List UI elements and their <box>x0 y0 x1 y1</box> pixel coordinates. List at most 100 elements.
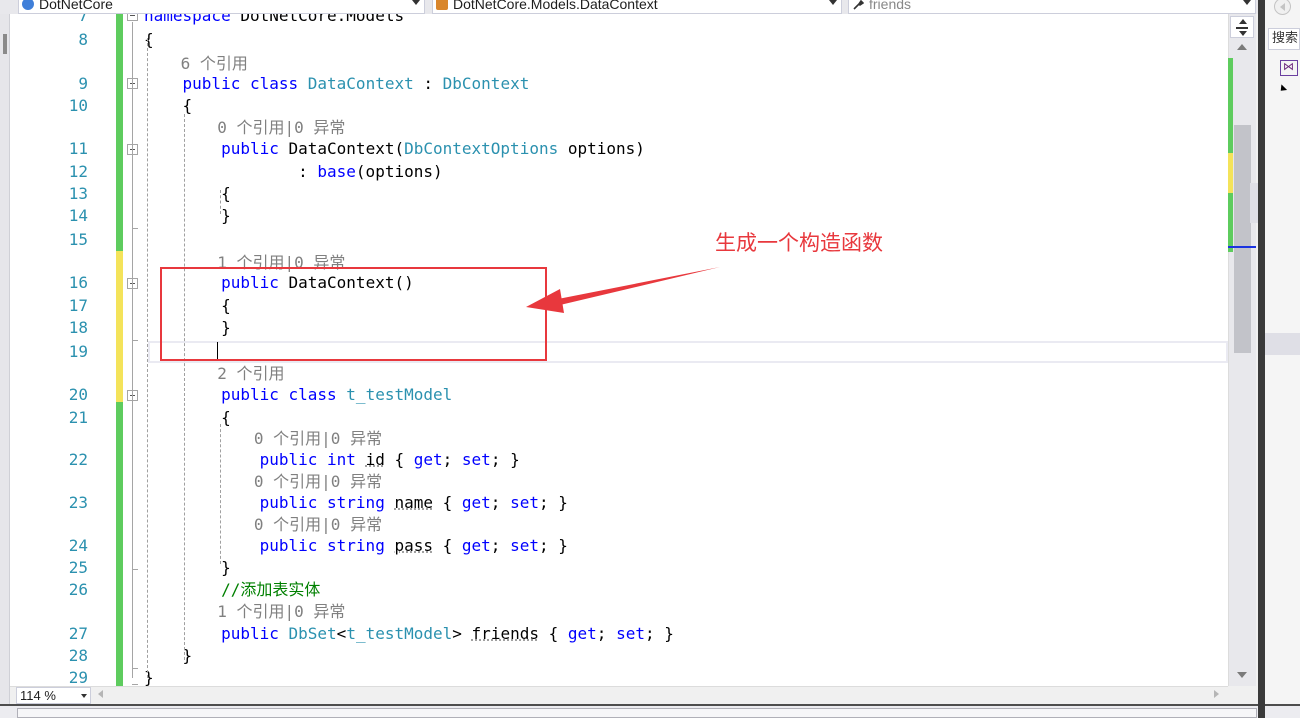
zoom-dropdown[interactable]: 114 % <box>16 687 91 704</box>
code-line[interactable]: public class DataContext : DbContext <box>144 74 530 94</box>
line-number: 21 <box>68 408 88 427</box>
code-token: { <box>144 30 154 49</box>
line-number: 18 <box>68 318 88 337</box>
outline-line <box>132 22 133 678</box>
line-number: 11 <box>68 139 88 158</box>
code-token: { <box>144 408 231 427</box>
code-line[interactable]: public string pass { get; set; } <box>144 536 568 556</box>
type-dropdown[interactable]: DotNetCore.Models.DataContext <box>432 0 842 14</box>
code-token: } <box>144 206 231 225</box>
member-dropdown-label: friends <box>869 0 912 12</box>
scroll-up-arrow-icon[interactable] <box>1237 44 1247 50</box>
code-line[interactable]: namespace DotNetCore.Models <box>144 14 404 26</box>
split-window-button[interactable] <box>1230 16 1254 38</box>
code-token: } <box>144 668 154 686</box>
code-token: set <box>616 624 645 643</box>
code-line[interactable]: : base(options) <box>144 162 443 182</box>
outline-end-marker <box>132 569 138 570</box>
status-bar <box>0 704 1300 718</box>
line-number: 15 <box>68 230 88 249</box>
code-token: } <box>144 558 231 577</box>
code-token: ; } <box>538 536 568 555</box>
change-tracking-bar <box>116 14 123 251</box>
line-number: 17 <box>68 296 88 315</box>
codelens-reference-count[interactable]: 0 个引用|0 异常 <box>254 472 382 492</box>
outline-end-marker <box>132 684 138 685</box>
code-token: namespace <box>144 14 241 25</box>
code-line[interactable]: public DataContext(DbContextOptions opti… <box>144 139 645 159</box>
code-editor[interactable]: 7 8 9 10 11 12 13 14 15 16 17 18 19 20 21 22 23 24 25 26 27 2… <box>10 14 1228 686</box>
member-dropdown[interactable]: friends <box>848 0 1256 14</box>
code-line[interactable]: } <box>144 558 231 578</box>
code-line[interactable]: } <box>144 668 154 686</box>
line-number: 13 <box>68 184 88 203</box>
code-token: ; <box>490 536 511 555</box>
codelens-reference-count[interactable]: 0 个引用|0 异常 <box>217 118 345 138</box>
code-token: options) <box>558 139 645 158</box>
scroll-down-arrow-icon[interactable] <box>1237 672 1247 678</box>
code-token: friends <box>471 624 539 643</box>
code-token: get <box>413 450 443 469</box>
collapse-region-icon[interactable] <box>127 14 138 21</box>
indent-guide <box>220 190 221 214</box>
code-token: id <box>365 450 385 469</box>
selected-item-band <box>1265 333 1300 355</box>
search-solution-input[interactable]: 搜索 <box>1268 28 1300 50</box>
line-number: 26 <box>68 580 88 599</box>
strip-marker <box>3 34 7 54</box>
project-dropdown[interactable]: DotNetCore <box>18 0 425 14</box>
code-token: public <box>221 139 289 158</box>
code-token: { <box>384 450 414 469</box>
code-token: t_testModel <box>346 624 453 643</box>
scrollbar-thumb[interactable] <box>1234 125 1251 353</box>
code-token: get <box>461 493 491 512</box>
code-token: { <box>432 493 462 512</box>
codelens-reference-count[interactable]: 1 个引用|0 异常 <box>217 602 345 622</box>
code-token: < <box>336 624 347 643</box>
line-number: 24 <box>68 536 88 555</box>
line-number: 12 <box>68 162 88 181</box>
annotation-text: 生成一个构造函数 <box>715 231 883 255</box>
code-token: (options) <box>355 162 443 181</box>
code-line[interactable]: public DbSet<t_testModel> friends { get;… <box>144 624 674 644</box>
indent-guide <box>147 38 148 678</box>
line-number: 28 <box>68 646 88 665</box>
panel-divider[interactable] <box>1258 0 1265 718</box>
code-token: : <box>413 74 443 93</box>
chevron-down-icon <box>81 694 87 698</box>
code-token: //添加表实体 <box>221 580 321 599</box>
change-tracking-bar <box>116 402 123 686</box>
code-token: get <box>567 624 597 643</box>
code-line[interactable]: } <box>144 206 231 226</box>
code-line[interactable]: public string name { get; set; } <box>144 493 568 513</box>
code-line[interactable]: { <box>144 96 193 116</box>
solution-icon[interactable] <box>1280 60 1298 76</box>
code-line[interactable]: public class t_testModel <box>144 385 452 405</box>
codelens-reference-count[interactable]: 2 个引用 <box>217 364 284 384</box>
codelens-reference-count[interactable]: 6 个引用 <box>181 54 248 74</box>
code-line[interactable]: { <box>144 184 231 204</box>
horizontal-scrollbar[interactable] <box>10 686 1228 704</box>
scroll-right-arrow-icon[interactable] <box>1214 690 1219 698</box>
chevron-down-icon <box>829 0 837 5</box>
code-token: base <box>317 162 356 181</box>
code-line[interactable]: //添加表实体 <box>144 580 320 600</box>
code-line[interactable]: { <box>144 30 154 50</box>
code-line[interactable]: { <box>144 408 231 428</box>
codelens-reference-count[interactable]: 0 个引用|0 异常 <box>254 515 382 535</box>
outline-end-marker <box>132 340 138 341</box>
codelens-reference-count[interactable]: 0 个引用|0 异常 <box>254 429 382 449</box>
code-token: DbSet <box>288 624 337 643</box>
code-line[interactable]: public int id { get; set; } <box>144 450 520 470</box>
type-dropdown-label: DotNetCore.Models.DataContext <box>453 0 658 12</box>
scroll-left-arrow-icon[interactable] <box>98 690 103 698</box>
line-number: 7 <box>78 14 88 25</box>
code-token: set <box>510 493 539 512</box>
line-number: 27 <box>68 624 88 643</box>
csharp-project-icon <box>22 0 34 10</box>
